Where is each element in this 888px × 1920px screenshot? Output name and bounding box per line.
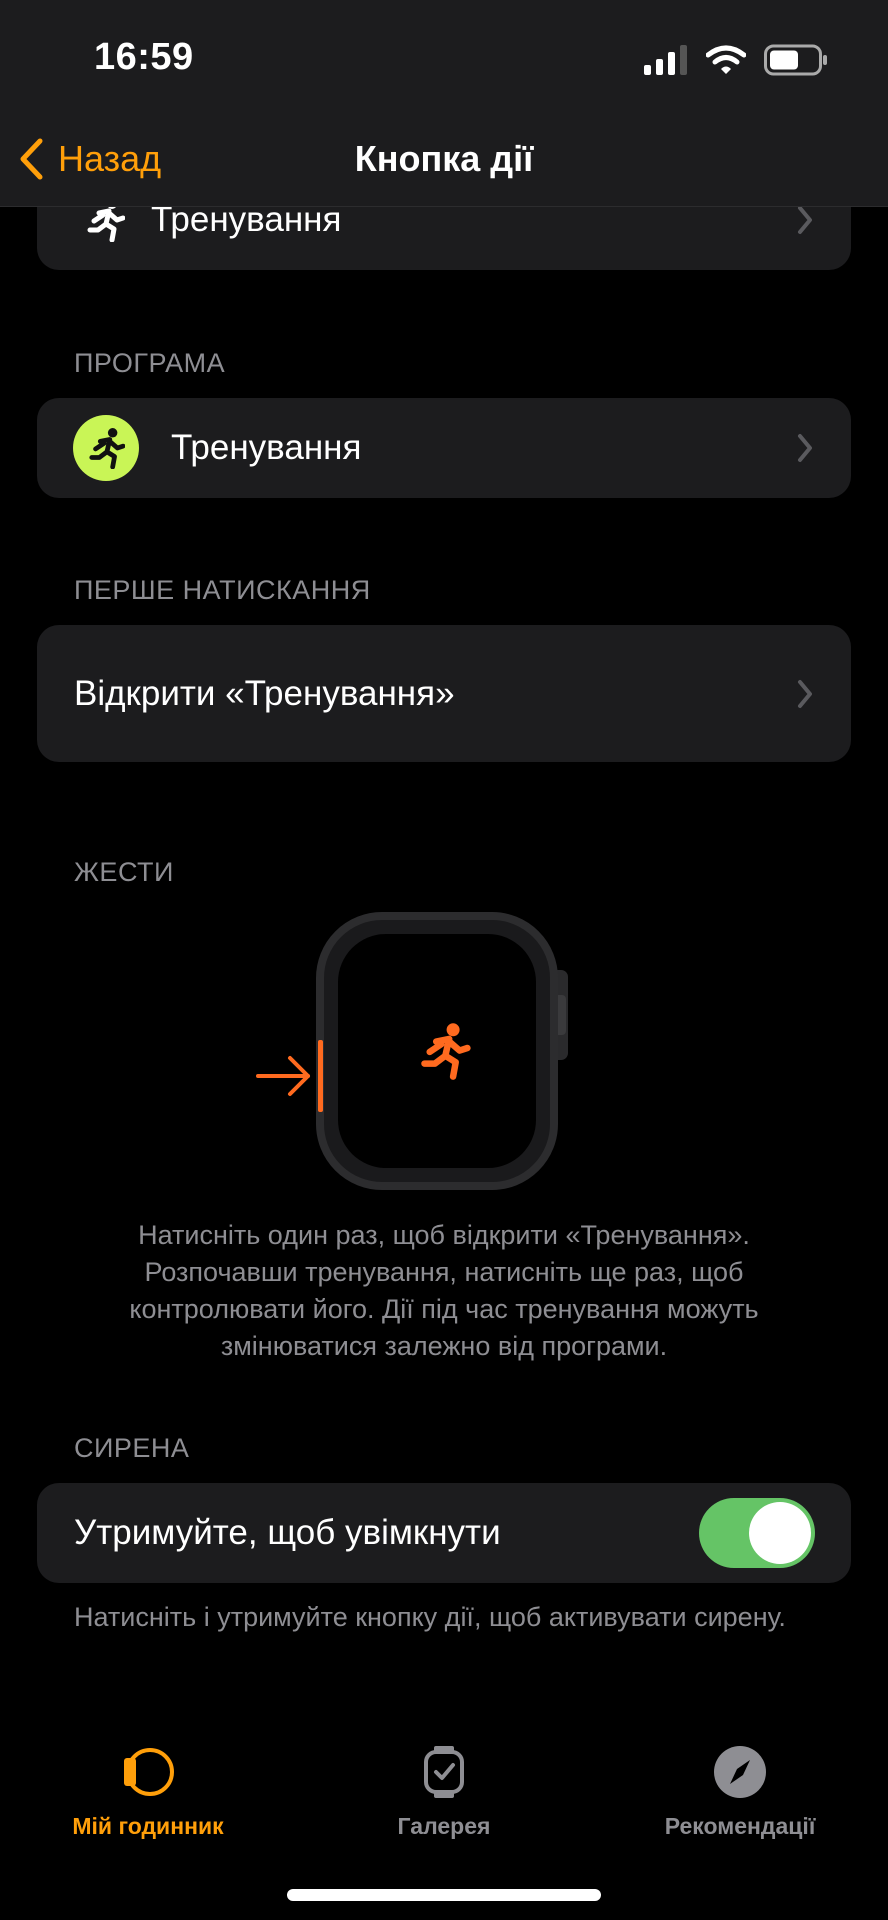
screen: 16:59 Назад Кнопка дії Тренування ПРОГРА… — [0, 0, 888, 1920]
chevron-right-icon — [798, 206, 812, 234]
arrow-right-icon — [256, 1056, 310, 1096]
status-time: 16:59 — [94, 36, 194, 78]
navigation-bar: Назад Кнопка дії — [0, 110, 888, 207]
siren-row: Утримуйте, щоб увімкнути — [37, 1483, 851, 1583]
compass-icon — [714, 1746, 766, 1798]
tab-my-watch[interactable]: Мій годинник — [18, 1744, 278, 1840]
workout-app-icon — [73, 415, 139, 481]
chevron-right-icon — [798, 434, 812, 462]
tab-gallery[interactable]: Галерея — [314, 1744, 574, 1840]
siren-toggle-label: Утримуйте, щоб увімкнути — [74, 1513, 501, 1552]
tab-label: Галерея — [397, 1813, 491, 1839]
toggle-knob — [749, 1502, 811, 1564]
first-press-row[interactable]: Відкрити «Тренування» — [37, 625, 851, 762]
running-figure-icon — [89, 428, 125, 469]
program-app-name: Тренування — [171, 428, 362, 467]
program-row[interactable]: Тренування — [37, 398, 851, 498]
gestures-section-header: ЖЕСТИ — [74, 857, 174, 887]
page-title: Кнопка дії — [354, 138, 534, 179]
watch-face-icon — [124, 1748, 174, 1796]
chevron-right-icon — [798, 679, 812, 708]
gestures-description: Натисніть один раз, щоб відкрити «Тренув… — [129, 1220, 759, 1361]
watch-gesture-illustration — [256, 912, 568, 1190]
first-press-value: Відкрити «Тренування» — [74, 673, 455, 713]
siren-toggle[interactable] — [699, 1498, 815, 1568]
siren-footer: Натисніть і утримуйте кнопку дії, щоб ак… — [74, 1602, 786, 1632]
program-section-header: ПРОГРАМА — [74, 348, 226, 378]
watch-gallery-icon — [424, 1746, 464, 1798]
home-indicator[interactable] — [287, 1889, 601, 1901]
status-icons — [644, 44, 828, 76]
tab-label: Рекомендації — [664, 1813, 816, 1839]
cellular-signal-icon — [644, 45, 687, 75]
battery-icon — [764, 44, 827, 76]
status-bar: 16:59 — [0, 0, 888, 110]
wifi-icon — [706, 45, 746, 74]
siren-section-header: СИРЕНА — [74, 1433, 190, 1463]
tab-label: Мій годинник — [72, 1813, 224, 1839]
first-press-section-header: ПЕРШЕ НАТИСКАННЯ — [74, 575, 371, 605]
tab-recommendations[interactable]: Рекомендації — [610, 1744, 870, 1840]
